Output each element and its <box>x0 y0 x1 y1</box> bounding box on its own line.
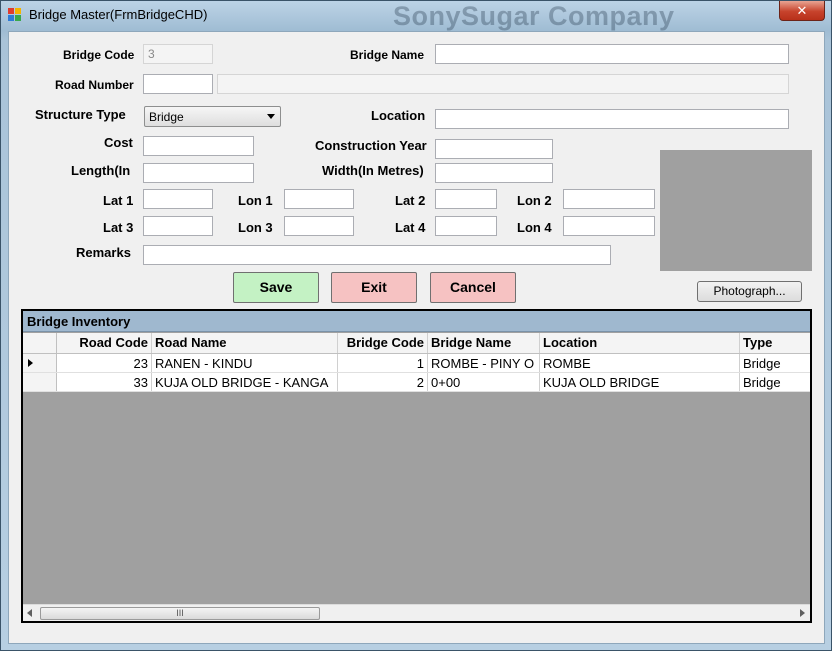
form-client-area: Bridge Code 3 Bridge Name Road Number St… <box>8 31 825 644</box>
cell-bridge-name[interactable]: 0+00 <box>428 373 540 391</box>
bridge-inventory-grid[interactable]: Bridge Inventory Road Code Road Name Bri… <box>21 309 812 623</box>
lat3-label: Lat 3 <box>103 220 134 235</box>
lat1-field[interactable] <box>143 189 213 209</box>
cell-road-name[interactable]: RANEN - KINDU <box>152 354 338 372</box>
column-header-road-name[interactable]: Road Name <box>152 333 338 353</box>
cost-label: Cost <box>104 135 133 150</box>
width-label: Width(In Metres) <box>322 163 424 178</box>
row-selector[interactable] <box>23 354 57 372</box>
title-bar[interactable]: Bridge Master(FrmBridgeCHD) SonySugar Co… <box>1 1 831 31</box>
column-header-bridge-code[interactable]: Bridge Code <box>338 333 428 353</box>
column-header-road-code[interactable]: Road Code <box>57 333 152 353</box>
length-label: Length(In <box>71 163 131 178</box>
exit-button[interactable]: Exit <box>331 272 417 303</box>
grid-caption: Bridge Inventory <box>23 311 810 332</box>
road-name-field[interactable] <box>217 74 789 94</box>
lat2-field[interactable] <box>435 189 497 209</box>
app-icon <box>8 8 22 22</box>
cell-road-code[interactable]: 23 <box>57 354 152 372</box>
structure-type-label: Structure Type <box>35 107 126 122</box>
table-row[interactable]: 23 RANEN - KINDU 1 ROMBE - PINY O ROMBE … <box>23 354 810 373</box>
cancel-button[interactable]: Cancel <box>430 272 516 303</box>
cell-location[interactable]: ROMBE <box>540 354 740 372</box>
company-watermark: SonySugar Company <box>393 1 675 31</box>
road-number-field[interactable] <box>143 74 213 94</box>
lon3-field[interactable] <box>284 216 354 236</box>
cell-location[interactable]: KUJA OLD BRIDGE <box>540 373 740 391</box>
construction-year-label: Construction Year <box>315 138 427 153</box>
bridge-name-label: Bridge Name <box>350 48 425 62</box>
lat1-label: Lat 1 <box>103 193 134 208</box>
lon2-label: Lon 2 <box>517 193 552 208</box>
cell-type[interactable]: Bridge <box>740 373 810 391</box>
table-row[interactable]: 33 KUJA OLD BRIDGE - KANGA 2 0+00 KUJA O… <box>23 373 810 392</box>
construction-year-field[interactable] <box>435 139 553 159</box>
lat2-label: Lat 2 <box>395 193 426 208</box>
cell-road-name[interactable]: KUJA OLD BRIDGE - KANGA <box>152 373 338 391</box>
lat4-field[interactable] <box>435 216 497 236</box>
bridge-code-field[interactable]: 3 <box>143 44 213 64</box>
scrollbar-thumb[interactable]: III <box>40 607 320 620</box>
structure-type-select[interactable]: Bridge <box>144 106 281 127</box>
column-header-type[interactable]: Type <box>740 333 810 353</box>
cell-type[interactable]: Bridge <box>740 354 810 372</box>
scroll-left-icon[interactable] <box>27 609 32 617</box>
chevron-down-icon <box>267 114 275 119</box>
window-title: Bridge Master(FrmBridgeCHD) <box>29 7 208 22</box>
location-label: Location <box>371 108 426 123</box>
column-header-location[interactable]: Location <box>540 333 740 353</box>
remarks-field[interactable] <box>143 245 611 265</box>
road-number-label: Road Number <box>55 78 134 92</box>
length-field[interactable] <box>143 163 254 183</box>
scroll-right-icon[interactable] <box>800 609 805 617</box>
cell-bridge-name[interactable]: ROMBE - PINY O <box>428 354 540 372</box>
save-button[interactable]: Save <box>233 272 319 303</box>
lon4-field[interactable] <box>563 216 655 236</box>
close-button[interactable]: ✕ <box>779 1 825 21</box>
bridge-code-label: Bridge Code <box>63 48 135 62</box>
horizontal-scrollbar[interactable]: III <box>23 604 810 621</box>
lat4-label: Lat 4 <box>395 220 426 235</box>
row-selector[interactable] <box>23 373 57 391</box>
location-field[interactable] <box>435 109 789 129</box>
cost-field[interactable] <box>143 136 254 156</box>
remarks-label: Remarks <box>76 245 131 260</box>
width-field[interactable] <box>435 163 553 183</box>
row-header-corner <box>23 333 57 353</box>
cell-bridge-code[interactable]: 2 <box>338 373 428 391</box>
lon1-field[interactable] <box>284 189 354 209</box>
photograph-preview <box>660 150 812 271</box>
lon1-label: Lon 1 <box>238 193 273 208</box>
close-icon: ✕ <box>796 3 808 18</box>
lon3-label: Lon 3 <box>238 220 273 235</box>
photograph-button[interactable]: Photograph... <box>697 281 802 302</box>
cell-bridge-code[interactable]: 1 <box>338 354 428 372</box>
grid-header-row: Road Code Road Name Bridge Code Bridge N… <box>23 333 810 354</box>
bridge-name-field[interactable] <box>435 44 789 64</box>
lon4-label: Lon 4 <box>517 220 552 235</box>
lat3-field[interactable] <box>143 216 213 236</box>
lon2-field[interactable] <box>563 189 655 209</box>
cell-road-code[interactable]: 33 <box>57 373 152 391</box>
current-row-arrow-icon <box>28 359 33 367</box>
structure-type-value: Bridge <box>149 110 184 124</box>
app-window: Bridge Master(FrmBridgeCHD) SonySugar Co… <box>0 0 832 651</box>
column-header-bridge-name[interactable]: Bridge Name <box>428 333 540 353</box>
